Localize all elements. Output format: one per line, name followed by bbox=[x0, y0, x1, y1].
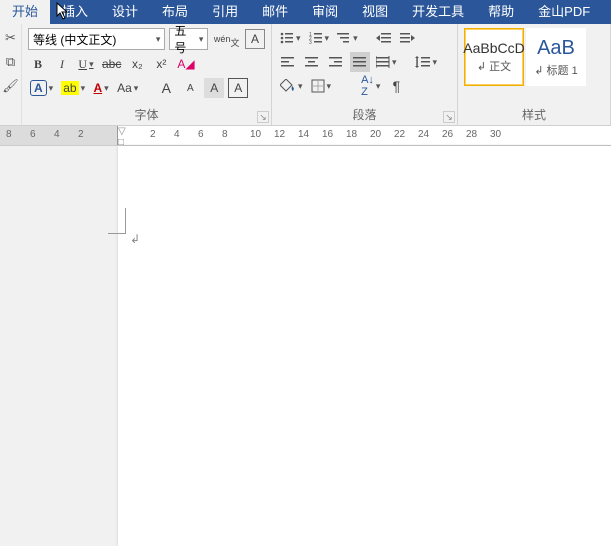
paragraph-group-label: 段落 bbox=[278, 104, 451, 123]
ruler-tick: 4 bbox=[174, 129, 180, 140]
line-spacing-button[interactable] bbox=[413, 52, 440, 72]
ruler-tick: 14 bbox=[298, 129, 309, 140]
ruler-tick: 8 bbox=[222, 129, 228, 140]
ruler-tick: 8 bbox=[6, 129, 12, 140]
change-case-button[interactable]: Aa bbox=[115, 78, 140, 98]
ruler-tick: 26 bbox=[442, 129, 453, 140]
tab-devtools[interactable]: 开发工具 bbox=[400, 0, 476, 24]
ruler-tick: 6 bbox=[30, 129, 36, 140]
font-group-label: 字体 bbox=[28, 104, 265, 123]
numbering-button[interactable]: 123 bbox=[307, 28, 332, 48]
clipboard-strip: ✂ ⧉ 🖌 bbox=[0, 24, 22, 125]
font-dialog-launcher[interactable]: ↘ bbox=[257, 111, 269, 123]
ruler-tick: 28 bbox=[466, 129, 477, 140]
ribbon: ✂ ⧉ 🖌 等线 (中文正文) 五号 wén文 A B I U abc x₂ x… bbox=[0, 24, 611, 126]
ruler-tick: 22 bbox=[394, 129, 405, 140]
grow-font-button[interactable]: A bbox=[156, 78, 176, 98]
ruler-tick: 2 bbox=[150, 129, 156, 140]
enclose-char-button[interactable]: A bbox=[228, 78, 248, 98]
bullets-button[interactable] bbox=[278, 28, 303, 48]
increase-indent-button[interactable] bbox=[398, 28, 418, 48]
indent-marker-icon[interactable]: ▽□ bbox=[118, 126, 126, 146]
subscript-button[interactable]: x₂ bbox=[127, 54, 147, 74]
superscript-button[interactable]: x² bbox=[151, 54, 171, 74]
decrease-indent-button[interactable] bbox=[374, 28, 394, 48]
tab-references[interactable]: 引用 bbox=[200, 0, 250, 24]
char-border-toggle[interactable]: A bbox=[245, 29, 265, 49]
ruler-tick: 16 bbox=[322, 129, 333, 140]
font-group: 等线 (中文正文) 五号 wén文 A B I U abc x₂ x² A◢ A… bbox=[22, 24, 272, 125]
cut-icon[interactable]: ✂ bbox=[5, 30, 16, 46]
char-shading-button[interactable]: A bbox=[204, 78, 224, 98]
ruler-tick: 20 bbox=[370, 129, 381, 140]
ribbon-tabs: 开始 插入 设计 布局 引用 邮件 审阅 视图 开发工具 帮助 金山PDF bbox=[0, 0, 611, 24]
underline-button[interactable]: U bbox=[76, 54, 96, 74]
paragraph-dialog-launcher[interactable]: ↘ bbox=[443, 111, 455, 123]
text-effects-button[interactable]: A bbox=[28, 78, 55, 98]
tab-view[interactable]: 视图 bbox=[350, 0, 400, 24]
style-normal[interactable]: AaBbCcD ↲ 正文 bbox=[464, 28, 524, 86]
bold-button[interactable]: B bbox=[28, 54, 48, 74]
document-page[interactable] bbox=[118, 146, 611, 546]
ruler-tick: 12 bbox=[274, 129, 285, 140]
tab-review[interactable]: 审阅 bbox=[300, 0, 350, 24]
styles-group-label: 样式 bbox=[464, 104, 604, 123]
multilevel-list-button[interactable] bbox=[335, 28, 360, 48]
show-marks-button[interactable]: ¶ bbox=[386, 76, 406, 96]
clear-format-button[interactable]: A◢ bbox=[175, 54, 196, 74]
svg-text:3: 3 bbox=[309, 40, 312, 44]
sort-button[interactable]: A↓Z bbox=[359, 76, 382, 96]
tab-mail[interactable]: 邮件 bbox=[250, 0, 300, 24]
copy-icon[interactable]: ⧉ bbox=[6, 54, 15, 70]
ruler-tick: 30 bbox=[490, 129, 501, 140]
font-color-button[interactable]: A bbox=[91, 78, 111, 98]
ruler-tick: 4 bbox=[54, 129, 60, 140]
style-heading1[interactable]: AaB ↲ 标题 1 bbox=[526, 28, 586, 86]
font-name-combo[interactable]: 等线 (中文正文) bbox=[28, 28, 165, 50]
font-size-combo[interactable]: 五号 bbox=[169, 28, 208, 50]
tab-kingsoft-pdf[interactable]: 金山PDF bbox=[526, 0, 602, 24]
paragraph-group: 123 A↓Z ¶ 段落 bbox=[272, 24, 458, 125]
tab-home[interactable]: 开始 bbox=[0, 0, 50, 24]
ruler-tick: 6 bbox=[198, 129, 204, 140]
ruler-tick: 10 bbox=[250, 129, 261, 140]
distributed-button[interactable] bbox=[374, 52, 399, 72]
ruler-tick: 24 bbox=[418, 129, 429, 140]
ruler-tick: 2 bbox=[78, 129, 84, 140]
styles-group: AaBbCcD ↲ 正文 AaB ↲ 标题 1 样式 bbox=[458, 24, 611, 125]
ruler-tick: 18 bbox=[346, 129, 357, 140]
align-left-button[interactable] bbox=[278, 52, 298, 72]
italic-button[interactable]: I bbox=[52, 54, 72, 74]
justify-button[interactable] bbox=[350, 52, 370, 72]
mouse-cursor-icon bbox=[56, 2, 70, 20]
shading-button[interactable] bbox=[278, 76, 305, 96]
phonetic-guide-button[interactable]: wén文 bbox=[212, 29, 241, 49]
tab-help[interactable]: 帮助 bbox=[476, 0, 526, 24]
tab-layout[interactable]: 布局 bbox=[150, 0, 200, 24]
align-center-button[interactable] bbox=[302, 52, 322, 72]
format-painter-icon[interactable]: 🖌 bbox=[2, 78, 19, 94]
borders-button[interactable] bbox=[309, 76, 334, 96]
strikethrough-button[interactable]: abc bbox=[100, 54, 123, 74]
shrink-font-button[interactable]: A bbox=[180, 78, 200, 98]
highlight-button[interactable]: ab bbox=[59, 78, 87, 98]
horizontal-ruler[interactable]: ▽□ 864224681012141618202224262830 bbox=[0, 126, 611, 146]
page-corner-mark bbox=[108, 208, 126, 234]
align-right-button[interactable] bbox=[326, 52, 346, 72]
paragraph-mark-icon: ↲ bbox=[130, 232, 140, 246]
tab-design[interactable]: 设计 bbox=[100, 0, 150, 24]
